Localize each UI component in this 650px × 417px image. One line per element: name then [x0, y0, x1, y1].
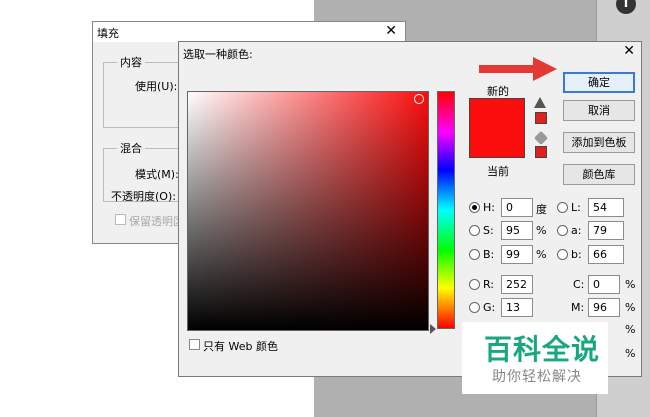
color-libraries-button[interactable]: 颜色库: [563, 164, 635, 185]
hue-slider-handle-left[interactable]: [430, 324, 436, 334]
h-input[interactable]: 0: [501, 198, 533, 217]
saturation-brightness-field[interactable]: [187, 91, 429, 331]
h-unit: 度: [536, 203, 547, 216]
cancel-button[interactable]: 取消: [563, 100, 635, 121]
arrow-shaft: [479, 65, 535, 73]
a-label: a:: [571, 224, 582, 237]
fill-close-icon[interactable]: ✕: [385, 23, 397, 39]
r-input[interactable]: 252: [501, 275, 533, 294]
cube-icon: [533, 130, 549, 146]
gamut-warning-swatch[interactable]: [535, 112, 547, 124]
watermark-title: 百科全说: [484, 333, 601, 366]
m-label: M:: [571, 301, 585, 314]
y-unit: %: [625, 323, 636, 336]
l-input[interactable]: 54: [588, 198, 624, 217]
blend-group-label: 混合: [117, 140, 145, 156]
c-input[interactable]: 0: [588, 275, 620, 294]
fill-dialog-titlebar: 填充 ✕: [93, 22, 405, 42]
annotation-arrow: [479, 57, 557, 81]
b-label: B:: [483, 248, 495, 261]
web-only-checkbox[interactable]: [189, 339, 200, 350]
r-label: R:: [483, 278, 495, 291]
b-radio[interactable]: [469, 249, 480, 260]
current-label: 当前: [487, 165, 509, 178]
preserve-transparency-label: 保留透明区: [129, 215, 184, 228]
l-label: L:: [571, 201, 581, 214]
g-label: G:: [483, 301, 496, 314]
g-input[interactable]: 13: [501, 298, 533, 317]
lab-b-input[interactable]: 66: [588, 245, 624, 264]
preserve-transparency-checkbox[interactable]: [115, 214, 126, 225]
k-unit: %: [625, 347, 636, 360]
m-input[interactable]: 96: [588, 298, 620, 317]
add-to-swatches-button[interactable]: 添加到色板: [563, 132, 635, 153]
r-radio[interactable]: [469, 279, 480, 290]
a-radio[interactable]: [557, 225, 568, 236]
ok-button[interactable]: 确定: [563, 72, 635, 93]
s-input[interactable]: 95: [501, 221, 533, 240]
picker-close-icon[interactable]: ✕: [623, 43, 635, 59]
l-radio[interactable]: [557, 202, 568, 213]
lab-b-label: b:: [571, 248, 582, 261]
mode-label: 模式(M):: [135, 168, 179, 181]
color-field-marker[interactable]: [414, 94, 424, 104]
b-unit: %: [536, 248, 547, 261]
b-input[interactable]: 99: [501, 245, 533, 264]
new-color-swatch: [469, 98, 525, 158]
g-radio[interactable]: [469, 302, 480, 313]
content-group: [103, 62, 183, 128]
hue-slider[interactable]: [437, 91, 455, 329]
content-group-label: 内容: [117, 54, 145, 70]
s-unit: %: [536, 224, 547, 237]
lab-b-radio[interactable]: [557, 249, 568, 260]
c-unit: %: [625, 278, 636, 291]
s-label: S:: [483, 224, 494, 237]
web-only-label: 只有 Web 颜色: [203, 340, 278, 353]
websafe-swatch[interactable]: [535, 146, 547, 158]
use-label: 使用(U):: [135, 80, 178, 93]
opacity-label: 不透明度(O):: [111, 190, 176, 203]
a-input[interactable]: 79: [588, 221, 624, 240]
m-unit: %: [625, 301, 636, 314]
c-label: C:: [573, 278, 585, 291]
h-radio[interactable]: [469, 202, 480, 213]
s-radio[interactable]: [469, 225, 480, 236]
fill-dialog-title: 填充: [97, 27, 119, 40]
warning-icon: [534, 97, 546, 108]
arrow-head: [533, 57, 557, 81]
h-label: H:: [483, 201, 495, 214]
watermark: 百科全说 助你轻松解决: [462, 322, 608, 394]
watermark-subtitle: 助你轻松解决: [492, 369, 582, 385]
new-label: 新的: [487, 85, 509, 98]
picker-title: 选取一种颜色:: [183, 48, 253, 61]
